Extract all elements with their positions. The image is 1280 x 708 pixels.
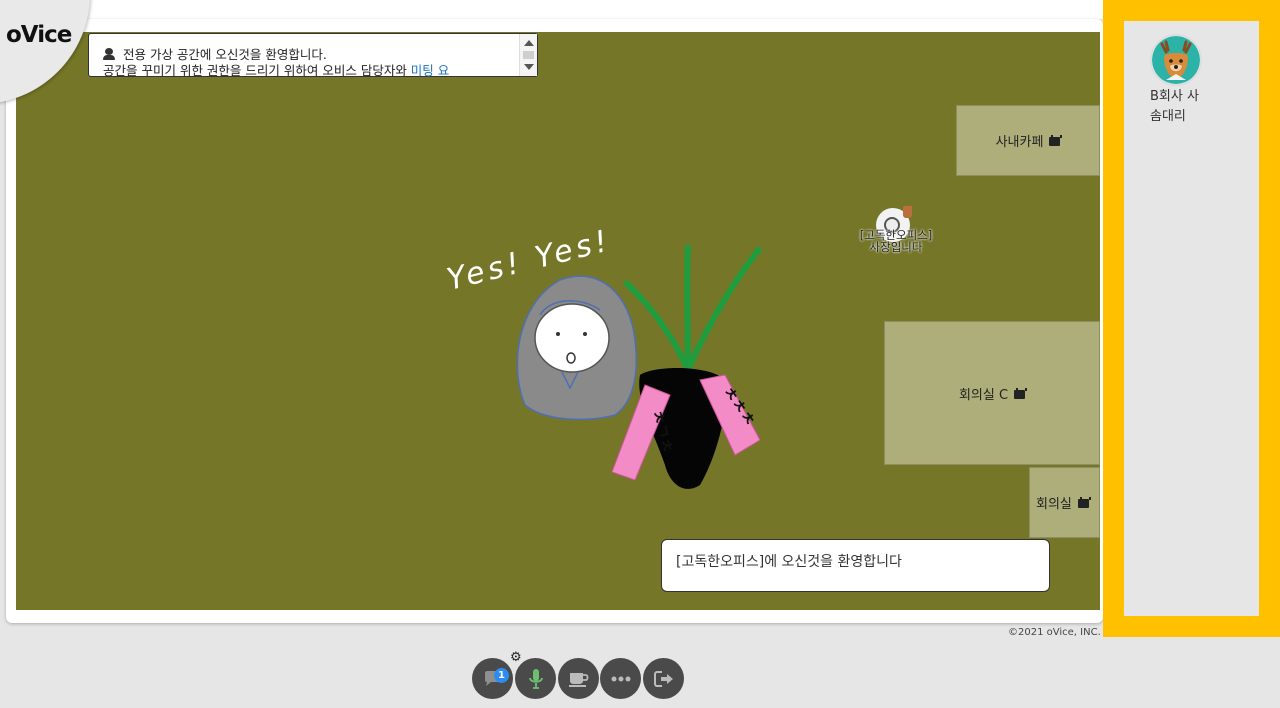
notice-text-2: 공간을 꾸미기 위한 권한을 드리기 위하여 오비스 담당자와 — [103, 63, 411, 78]
more-icon — [611, 676, 630, 681]
meeting-link[interactable]: 미팅 요 — [411, 63, 449, 78]
chat-badge: 1 — [494, 668, 509, 683]
welcome-message: [고독한오피스]에 오신것을 환영합니다 — [661, 539, 1050, 592]
notice-box[interactable]: 전용 가상 공간에 오신것을 환영합니다. 공간을 꾸미기 위한 권한을 드리기… — [88, 33, 538, 79]
mic-settings-gear-icon[interactable]: ⚙ — [510, 651, 522, 664]
mic-icon — [528, 668, 543, 689]
room-cafe[interactable]: 사내카페 — [956, 105, 1100, 176]
room-cafe-label: 사내카페 — [995, 135, 1044, 150]
scroll-up-icon[interactable] — [524, 40, 534, 46]
space-user-status: 사장입니다 — [869, 240, 923, 254]
space-user-label: [고독한오피스] 사장입니다 — [848, 229, 944, 253]
calendar-icon[interactable] — [1049, 135, 1063, 146]
user-drawing: Yes! Yes! ㅊㄱㅊ ㅊㅊㅊ — [443, 223, 763, 489]
scroll-down-icon[interactable] — [524, 64, 534, 70]
copyright: ©2021 oVice, INC. — [1008, 627, 1101, 638]
room-meeting-c-label: 회의실 C — [958, 387, 1009, 403]
room-meeting[interactable]: 회의실 — [1029, 467, 1100, 538]
scroll-thumb[interactable] — [523, 51, 534, 59]
calendar-icon[interactable] — [1014, 387, 1028, 399]
more-button[interactable] — [600, 658, 641, 699]
exit-button[interactable] — [643, 658, 684, 699]
coffee-cup-icon — [903, 206, 912, 218]
member-name-line-2: 솜대리 — [1150, 109, 1186, 124]
room-meeting-c[interactable]: 회의실 C — [884, 321, 1100, 465]
member-list: B회사 사 솜대리 — [1124, 21, 1259, 616]
ovice-logo[interactable]: oVice — [6, 22, 72, 48]
coffee-button[interactable] — [558, 658, 599, 699]
top-bar — [0, 0, 1103, 19]
calendar-icon[interactable] — [1077, 497, 1091, 508]
member-name-line-1: B회사 사 — [1150, 89, 1199, 104]
room-meeting-label: 회의실 — [1036, 497, 1072, 512]
member-panel: B회사 사 솜대리 — [1103, 0, 1280, 637]
member-name: B회사 사 솜대리 — [1150, 87, 1250, 127]
exit-icon — [653, 670, 673, 687]
coffee-icon — [568, 672, 588, 687]
notice-scrollbar[interactable] — [519, 34, 537, 76]
notice-line-2: 공간을 꾸미기 위한 권한을 드리기 위하여 오비스 담당자와 미팅 요 — [103, 60, 449, 79]
deer-avatar-icon — [1152, 36, 1200, 84]
user-icon — [103, 48, 115, 60]
member-avatar[interactable] — [1150, 34, 1202, 86]
